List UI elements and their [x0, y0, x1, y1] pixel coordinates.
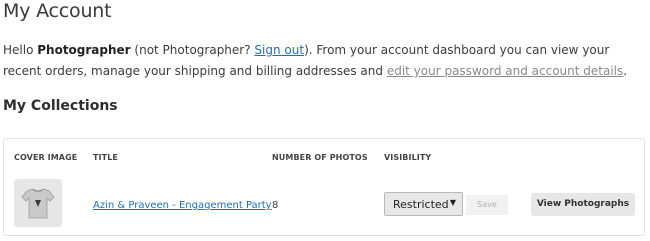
- chevron-down-icon: ▼: [449, 198, 456, 207]
- hello-text: Hello: [3, 43, 38, 57]
- cover-image: [14, 179, 62, 227]
- view-photographs-button[interactable]: View Photographs: [531, 193, 635, 216]
- visibility-select[interactable]: Restricted ▼: [384, 192, 463, 216]
- header-visibility: VISIBILITY: [384, 153, 432, 162]
- visibility-value: Restricted: [393, 198, 449, 211]
- intro-end: .: [623, 64, 628, 78]
- my-account-page: My Account Hello Photographer (not Photo…: [0, 0, 650, 241]
- collections-heading: My Collections: [3, 98, 118, 114]
- not-user-text: (not Photographer?: [130, 43, 255, 57]
- save-button[interactable]: Save: [466, 195, 508, 215]
- sign-out-link[interactable]: Sign out: [254, 43, 304, 57]
- account-intro: Hello Photographer (not Photographer? Si…: [3, 40, 648, 82]
- tshirt-icon: [21, 188, 55, 219]
- photo-count: 8: [272, 200, 279, 211]
- page-title: My Account: [3, 0, 112, 22]
- collections-table: COVER IMAGE TITLE NUMBER OF PHOTOS VISIB…: [3, 138, 645, 236]
- username: Photographer: [37, 43, 131, 57]
- header-title: TITLE: [93, 153, 118, 162]
- collection-title-link[interactable]: Azin & Praveen - Engagement Party: [93, 200, 272, 211]
- header-number-of-photos: NUMBER OF PHOTOS: [272, 153, 368, 162]
- header-cover-image: COVER IMAGE: [14, 153, 78, 162]
- edit-account-link[interactable]: edit your password and account details: [387, 64, 623, 78]
